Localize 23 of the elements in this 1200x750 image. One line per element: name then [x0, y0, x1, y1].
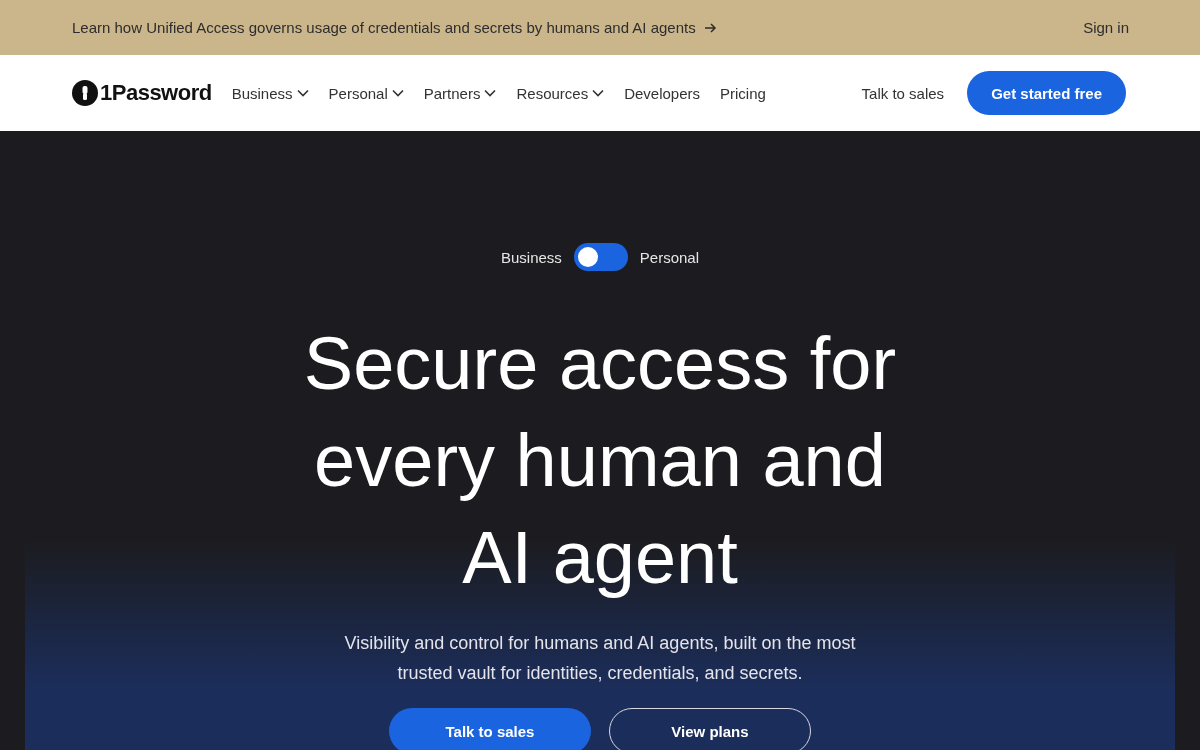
toggle-label: Personal — [639, 248, 700, 266]
sign-in-link[interactable]: Sign in — [1083, 19, 1129, 36]
chevron-down-icon — [484, 89, 497, 97]
get-started-button[interactable]: Get started free — [967, 71, 1126, 115]
talk-to-sales-link[interactable]: Talk to sales — [861, 84, 945, 102]
announcement-link[interactable]: Learn how Unified Access governs usage of credentials and secrets by humans and AI agents — [72, 19, 696, 36]
nav-menu-button[interactable]: Resources — [516, 84, 605, 102]
toggle-switch[interactable] — [573, 243, 628, 271]
talk-to-sales-button[interactable]: Talk to sales — [389, 708, 591, 750]
arrow-icon — [703, 21, 717, 34]
logo-text[interactable]: 1Password — [100, 80, 212, 106]
nav-menu-button[interactable]: Business — [231, 84, 309, 102]
chevron-down-icon — [391, 89, 404, 97]
nav-menu-button[interactable]: Personal — [328, 84, 404, 102]
nav-menu-button[interactable]: Partners — [423, 84, 497, 102]
nav-link[interactable]: Pricing — [720, 84, 766, 102]
nav-link[interactable]: Developers — [624, 84, 701, 102]
hero-subheading: Visibility and control for humans and AI agents, built on the most trusted vault for identities, credentials, and secrets. — [343, 632, 857, 685]
chevron-down-icon — [592, 89, 605, 97]
chevron-down-icon — [296, 89, 309, 97]
toggle-label: Business — [500, 248, 562, 266]
logo-icon — [72, 80, 98, 106]
hero-heading: Secure access for every human and AI agent — [302, 321, 898, 601]
